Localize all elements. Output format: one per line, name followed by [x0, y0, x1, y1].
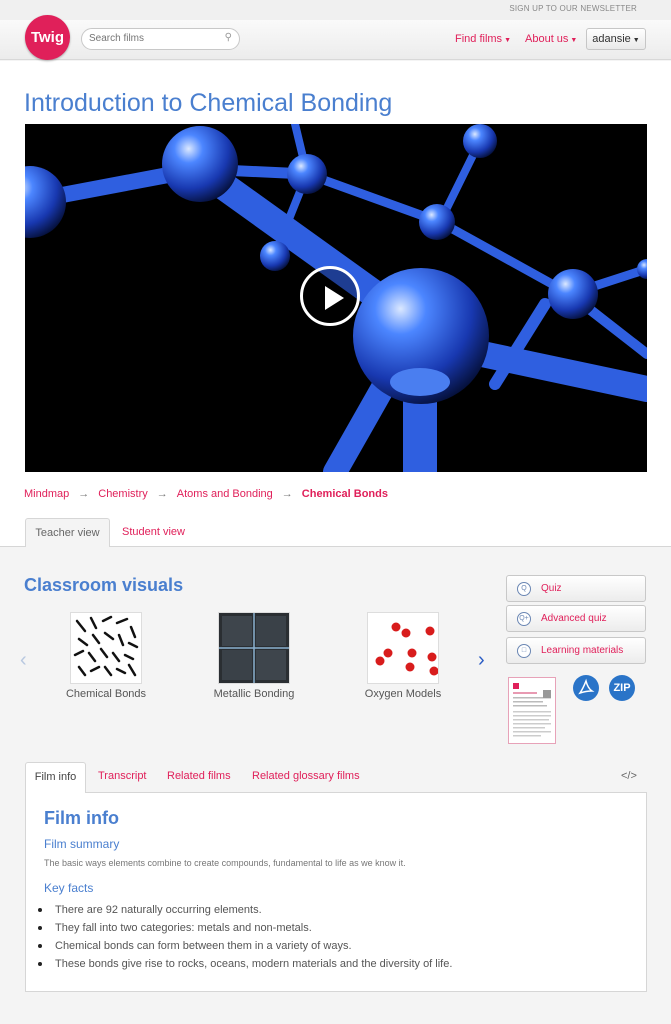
advanced-quiz-label: Advanced quiz — [541, 613, 607, 624]
breadcrumb-current: Chemical Bonds — [301, 488, 388, 500]
play-button[interactable] — [300, 266, 360, 326]
search-input[interactable] — [89, 33, 219, 44]
nav-find-films-label: Find films — [455, 33, 503, 45]
film-summary-heading: Film summary — [44, 837, 120, 851]
page-title: Introduction to Chemical Bonding — [24, 89, 393, 117]
document-icon: □ — [517, 644, 531, 658]
key-fact-item: Chemical bonds can form between them in … — [38, 939, 452, 957]
tab-transcript[interactable]: Transcript — [98, 770, 147, 782]
visual-thumb-oxygen-models[interactable] — [367, 612, 439, 684]
learning-materials-label: Learning materials — [541, 645, 624, 656]
arrow-right-icon: → — [156, 488, 168, 500]
chemical-bonds-image — [73, 615, 139, 677]
zip-icon[interactable]: ZIP — [609, 675, 635, 701]
key-facts-list: There are 92 naturally occurring element… — [38, 903, 452, 975]
search-box[interactable]: ⚲ — [81, 28, 240, 50]
tab-student-view[interactable]: Student view — [122, 526, 185, 538]
chevron-down-icon: ▼ — [632, 37, 640, 44]
worksheet-thumbnail[interactable] — [508, 677, 556, 744]
metallic-bonding-image — [219, 613, 289, 683]
visual-thumb-metallic-bonding[interactable] — [218, 612, 290, 684]
nav-about-us[interactable]: About us ▼ — [525, 33, 577, 45]
breadcrumb-mindmap[interactable]: Mindmap — [24, 488, 69, 500]
tab-film-info[interactable]: Film info — [25, 762, 86, 793]
quiz-icon: Q — [517, 582, 531, 596]
visual-label-oxygen-models: Oxygen Models — [364, 688, 442, 700]
tab-related-glossary-films[interactable]: Related glossary films — [252, 770, 360, 782]
worksheet-preview — [513, 683, 551, 737]
tab-related-films[interactable]: Related films — [167, 770, 231, 782]
pdf-glyph — [578, 678, 595, 695]
carousel-next-icon[interactable]: › — [478, 649, 485, 672]
tab-teacher-view[interactable]: Teacher view — [25, 518, 110, 547]
user-name: adansie — [592, 33, 631, 45]
newsletter-link[interactable]: SIGN UP TO OUR NEWSLETTER — [509, 4, 637, 13]
twig-logo[interactable]: Twig — [25, 15, 70, 60]
key-fact-item: There are 92 naturally occurring element… — [38, 903, 452, 921]
oxygen-models-image — [375, 622, 439, 676]
classroom-visuals-title: Classroom visuals — [24, 575, 184, 595]
breadcrumb-atoms-bonding[interactable]: Atoms and Bonding — [177, 488, 273, 500]
arrow-right-icon: → — [281, 488, 293, 500]
key-fact-item: These bonds give rise to rocks, oceans, … — [38, 957, 452, 975]
pdf-icon[interactable] — [573, 675, 599, 701]
nav-about-us-label: About us — [525, 33, 569, 45]
nav-find-films[interactable]: Find films ▼ — [455, 33, 511, 45]
quiz-label: Quiz — [541, 583, 562, 594]
search-icon[interactable]: ⚲ — [225, 32, 232, 43]
visual-label-metallic-bonding: Metallic Bonding — [213, 688, 295, 700]
key-facts-heading: Key facts — [44, 881, 94, 895]
advanced-quiz-icon: Q+ — [517, 612, 531, 626]
video-player[interactable] — [25, 124, 647, 472]
visual-thumb-chemical-bonds[interactable] — [70, 612, 142, 684]
embed-code-icon[interactable]: </> — [621, 770, 637, 782]
play-icon — [325, 286, 344, 310]
quiz-button[interactable]: Q Quiz — [506, 575, 646, 602]
breadcrumb: Mindmap → Chemistry → Atoms and Bonding → Chem… — [24, 488, 388, 500]
learning-materials-button[interactable]: □ Learning materials — [506, 637, 646, 664]
film-info-title: Film info — [44, 808, 119, 828]
user-menu-button[interactable]: adansie ▼ — [586, 28, 646, 50]
film-summary-text: The basic ways elements combine to creat… — [44, 858, 406, 868]
carousel-prev-icon[interactable]: ‹ — [20, 649, 27, 672]
advanced-quiz-button[interactable]: Q+ Advanced quiz — [506, 605, 646, 632]
key-fact-item: They fall into two categories: metals an… — [38, 921, 452, 939]
chevron-down-icon: ▼ — [570, 37, 578, 44]
breadcrumb-chemistry[interactable]: Chemistry — [98, 488, 148, 500]
visual-label-chemical-bonds: Chemical Bonds — [65, 688, 147, 700]
chevron-down-icon: ▼ — [504, 37, 511, 44]
arrow-right-icon: → — [78, 488, 90, 500]
